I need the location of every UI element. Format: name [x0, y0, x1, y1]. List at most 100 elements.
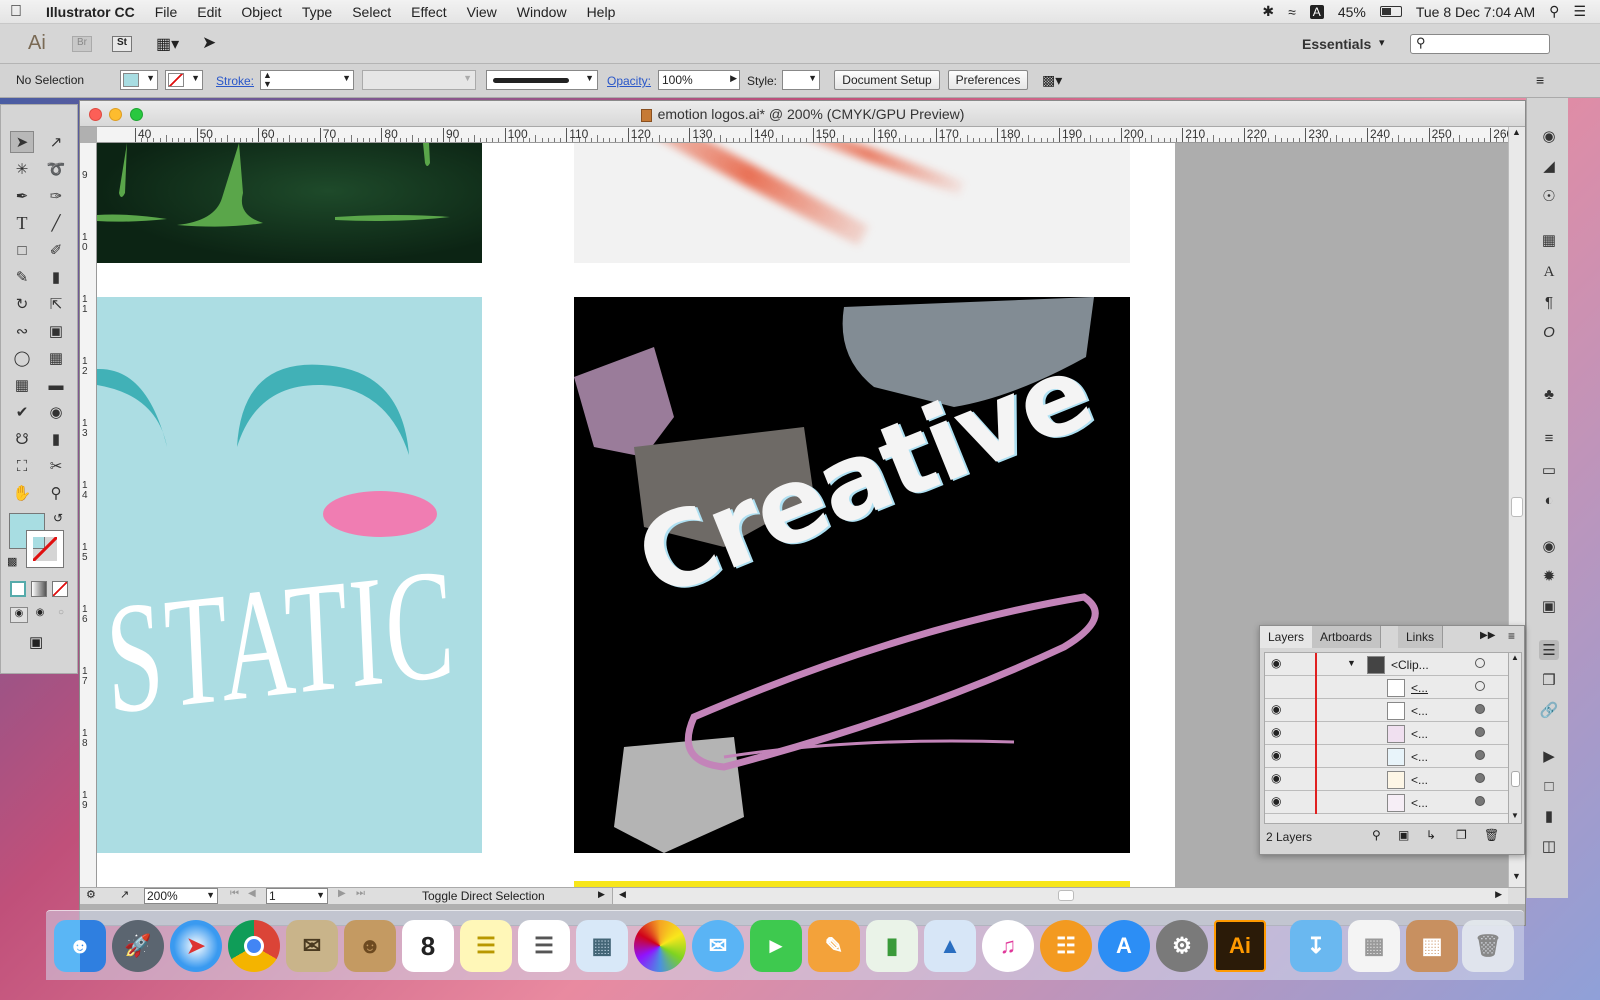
app-store-icon[interactable]: A — [1098, 920, 1150, 972]
numbers-icon[interactable]: ▮ — [866, 920, 918, 972]
layer-row[interactable]: ◉ <... — [1265, 722, 1511, 745]
draw-inside-icon[interactable]: ○ — [52, 607, 70, 623]
layer-name[interactable]: <Clip... — [1391, 658, 1429, 672]
input-source-icon[interactable]: A — [1309, 4, 1324, 19]
chevron-right-icon[interactable]: ▶ — [730, 73, 737, 84]
layer-row[interactable]: ◉ <... — [1265, 699, 1511, 722]
contacts-icon[interactable]: ☻ — [344, 920, 396, 972]
visibility-eye-icon[interactable]: ◉ — [1271, 702, 1281, 716]
align-icon[interactable]: ▮ — [1539, 806, 1559, 826]
illustrator-icon[interactable]: Ai — [1214, 920, 1266, 972]
layer-row[interactable]: ◉ <... — [1265, 791, 1511, 814]
preview-icon[interactable]: ▦ — [576, 920, 628, 972]
character-icon[interactable]: A — [1539, 262, 1559, 282]
paragraph-icon[interactable]: ¶ — [1539, 292, 1559, 312]
scroll-up-icon[interactable]: ▲ — [1511, 653, 1519, 662]
draw-normal-icon[interactable]: ◉ — [10, 607, 28, 623]
trash-icon[interactable]: 🗑 — [1462, 920, 1514, 972]
column-graph-tool-icon[interactable]: ▮ — [44, 428, 68, 450]
target-circle-icon[interactable] — [1475, 727, 1485, 737]
scroll-down-icon[interactable]: ▼ — [1512, 871, 1521, 881]
transform-icon[interactable]: □ — [1539, 776, 1559, 796]
symbols-icon[interactable]: ♣ — [1539, 384, 1559, 404]
visibility-eye-icon[interactable]: ◉ — [1271, 771, 1281, 785]
menu-file[interactable]: File — [145, 4, 188, 20]
panel-menu-icon[interactable]: ≡ — [1508, 629, 1515, 643]
spotlight-search-icon[interactable]: ⚲ — [1549, 3, 1559, 20]
appearance-icon[interactable]: ☉ — [1539, 186, 1559, 206]
symbol-sprayer-tool-icon[interactable]: ☋ — [10, 428, 34, 450]
menu-effect[interactable]: Effect — [401, 4, 457, 20]
layer-row[interactable]: ◉ <... — [1265, 745, 1511, 768]
calendar-icon[interactable]: 8 — [402, 920, 454, 972]
target-circle-icon[interactable] — [1475, 704, 1485, 714]
type-tool-icon[interactable]: T — [10, 212, 34, 234]
draw-behind-icon[interactable]: ◉ — [31, 607, 49, 623]
fill-swatch[interactable]: ▼ — [120, 70, 158, 90]
layer-row[interactable]: ◉ ▼ <Clip... — [1265, 653, 1511, 676]
color-panel-icon[interactable]: ◉ — [1539, 126, 1559, 146]
close-window-button[interactable] — [89, 108, 102, 121]
pathfinder-icon[interactable]: ◫ — [1539, 836, 1559, 856]
new-sublayer-icon[interactable]: ↳ — [1426, 828, 1436, 842]
links-panel-icon[interactable]: 🔗 — [1539, 700, 1559, 720]
layer-name[interactable]: <... — [1411, 796, 1428, 810]
help-search-input[interactable]: ⚲ — [1410, 34, 1550, 54]
layer-name[interactable]: <... — [1411, 704, 1428, 718]
transparency-icon[interactable]: ◐ — [1539, 490, 1559, 510]
notes-icon[interactable]: ☰ — [460, 920, 512, 972]
battery-percent[interactable]: 45% — [1338, 4, 1366, 20]
trash-icon[interactable]: 🗑 — [1484, 828, 1499, 842]
brushes-icon[interactable]: ✹ — [1539, 566, 1559, 586]
collapse-panel-icon[interactable]: ▶▶ — [1480, 630, 1495, 641]
menu-object[interactable]: Object — [231, 4, 291, 20]
lasso-tool-icon[interactable]: ➰ — [44, 158, 68, 180]
target-circle-icon[interactable] — [1475, 681, 1485, 691]
align-options-icon[interactable]: ▩▾ — [1042, 72, 1062, 89]
panel-menu-icon[interactable]: ≡ — [1536, 72, 1544, 88]
launchpad-icon[interactable]: 🚀 — [112, 920, 164, 972]
horizontal-ruler[interactable]: 40 50 60 70 80 90 100 110 120 130 140 150 160 170 180 1… — [97, 127, 1508, 143]
scroll-left-icon[interactable]: ◀ — [619, 889, 626, 900]
artboards-panel-icon[interactable]: ❒ — [1539, 670, 1559, 690]
visibility-eye-icon[interactable]: ◉ — [1271, 794, 1281, 808]
safari-icon[interactable]: ➤ — [170, 920, 222, 972]
swap-fill-stroke-icon[interactable]: ↺ — [53, 511, 63, 525]
gradient-panel-icon[interactable]: ▭ — [1539, 460, 1559, 480]
battery-icon[interactable] — [1379, 6, 1402, 17]
magic-wand-tool-icon[interactable]: ✳ — [10, 158, 34, 180]
reminders-icon[interactable]: ☰ — [518, 920, 570, 972]
workspace-chevron-icon[interactable]: ▾ — [1379, 36, 1385, 49]
layers-scrollbar[interactable]: ▲ ▼ — [1508, 652, 1522, 824]
rectangle-tool-icon[interactable]: □ — [10, 239, 34, 261]
stroke-panel-icon[interactable]: ≡ — [1539, 428, 1559, 448]
color-guide-icon[interactable]: ◢ — [1539, 156, 1559, 176]
blend-tool-icon[interactable]: ◉ — [44, 401, 68, 423]
eyedropper-tool-icon[interactable]: ✔ — [10, 401, 34, 423]
pencil-tool-icon[interactable]: ✎ — [10, 266, 34, 288]
vertical-ruler[interactable]: 9 1 0 1 1 1 2 1 3 1 4 1 5 1 6 1 7 1 8 1 9 — [80, 143, 97, 887]
free-transform-tool-icon[interactable]: ▣ — [44, 320, 68, 342]
zoom-tool-icon[interactable]: ⚲ — [44, 482, 68, 504]
artboard-tool-icon[interactable]: ⛶ — [10, 455, 34, 477]
mesh-tool-icon[interactable]: ▦ — [10, 374, 34, 396]
preferences-button[interactable]: Preferences — [948, 70, 1028, 90]
horizontal-scrollbar[interactable]: ◀ ▶ — [612, 888, 1508, 904]
layer-name[interactable]: <... — [1411, 773, 1428, 787]
visibility-eye-icon[interactable]: ◉ — [1271, 656, 1281, 670]
menu-window[interactable]: Window — [507, 4, 577, 20]
expand-triangle-icon[interactable]: ▼ — [1347, 658, 1356, 668]
perspective-grid-tool-icon[interactable]: ▦ — [44, 347, 68, 369]
stroke-panel-link[interactable]: Stroke: — [216, 74, 254, 88]
stock-button[interactable]: St — [112, 36, 132, 52]
shape-builder-tool-icon[interactable]: ◯ — [10, 347, 34, 369]
gpu-performance-icon[interactable]: ➤ — [202, 33, 216, 53]
eraser-tool-icon[interactable]: ▮ — [44, 266, 68, 288]
selection-tool-icon[interactable]: ➤ — [10, 131, 34, 153]
status-menu-icon[interactable]: ▶ — [598, 889, 605, 900]
target-circle-icon[interactable] — [1475, 796, 1485, 806]
cc-libraries-icon[interactable]: ◉ — [1539, 536, 1559, 556]
gradient-tool-icon[interactable]: ▬ — [44, 374, 68, 396]
layer-row[interactable]: <... — [1265, 676, 1511, 699]
document-title-bar[interactable]: emotion logos.ai* @ 200% (CMYK/GPU Previ… — [80, 101, 1525, 127]
